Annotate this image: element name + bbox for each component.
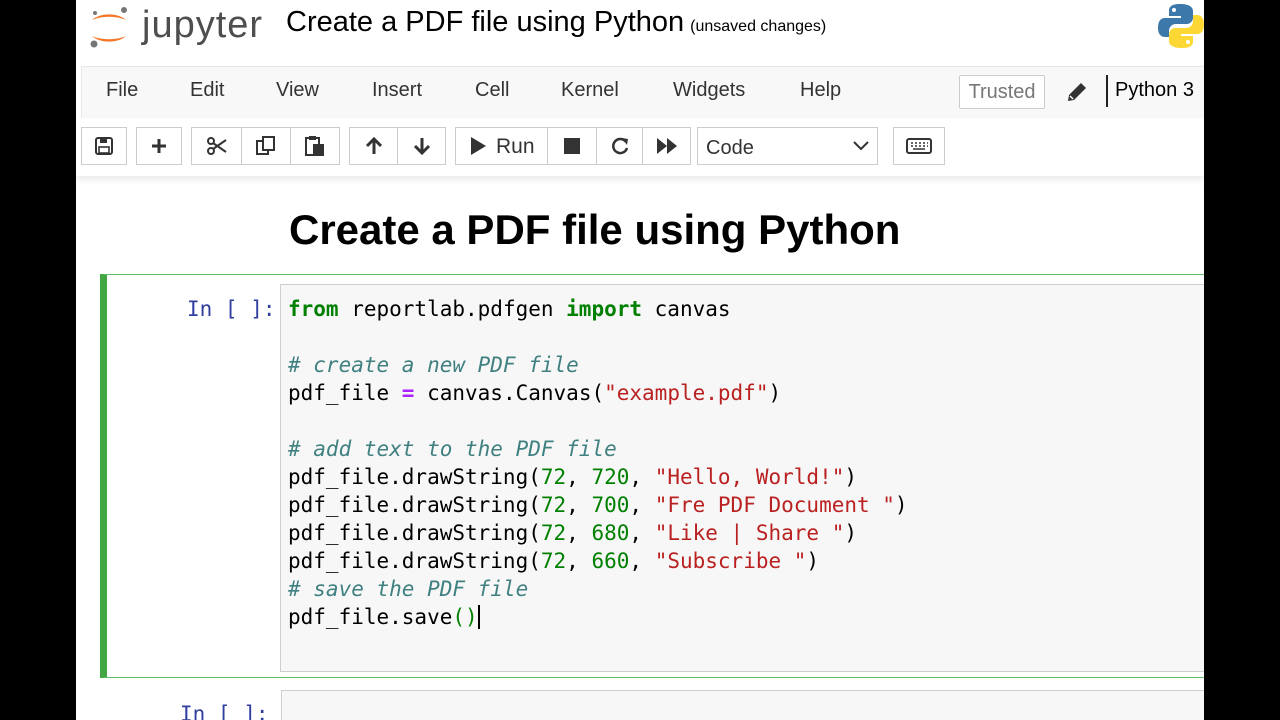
cell-type-value: Code bbox=[706, 137, 754, 159]
notebook-window: jupyter Create a PDF file using Python (u… bbox=[76, 0, 1204, 720]
chevron-down-icon bbox=[853, 141, 869, 151]
kernel-name[interactable]: Python 3 bbox=[1115, 79, 1194, 102]
play-icon bbox=[471, 137, 486, 155]
save-button[interactable] bbox=[81, 127, 127, 165]
run-label: Run bbox=[496, 135, 535, 158]
code-editor[interactable]: from reportlab.pdfgen import canvas # cr… bbox=[280, 284, 1204, 672]
header: jupyter Create a PDF file using Python (u… bbox=[76, 0, 1204, 64]
trusted-indicator[interactable]: Trusted bbox=[959, 75, 1045, 109]
scissors-icon bbox=[206, 137, 227, 155]
menu-edit[interactable]: Edit bbox=[190, 79, 224, 102]
markdown-heading: Create a PDF file using Python bbox=[289, 206, 901, 253]
menu-widgets[interactable]: Widgets bbox=[673, 79, 745, 102]
python-logo-icon bbox=[1158, 4, 1204, 48]
save-status: (unsaved changes) bbox=[690, 18, 827, 35]
jupyter-logo[interactable]: jupyter bbox=[86, 4, 266, 52]
save-icon bbox=[95, 137, 113, 155]
restart-button[interactable] bbox=[596, 127, 643, 165]
code-editor-empty[interactable] bbox=[281, 690, 1204, 720]
run-button[interactable]: Run bbox=[455, 127, 548, 165]
cell-type-select[interactable]: Code bbox=[697, 127, 878, 165]
menu-kernel[interactable]: Kernel bbox=[561, 79, 619, 102]
interrupt-button[interactable] bbox=[547, 127, 597, 165]
pencil-icon[interactable] bbox=[1064, 79, 1090, 105]
jupyter-logo-icon bbox=[90, 7, 127, 48]
menubar: File Edit View Insert Cell Kernel Widget… bbox=[81, 66, 1204, 119]
text-cursor bbox=[477, 605, 480, 629]
cut-button[interactable] bbox=[191, 127, 242, 165]
input-prompt: In [ ]: bbox=[187, 297, 276, 321]
code-cell[interactable]: In [ ]: bbox=[100, 684, 1204, 720]
move-down-button[interactable] bbox=[397, 127, 446, 165]
copy-icon bbox=[256, 136, 275, 155]
notebook-name[interactable]: Create a PDF file using Python (unsaved c… bbox=[286, 6, 826, 39]
fast-forward-icon bbox=[656, 138, 677, 154]
restart-icon bbox=[611, 137, 628, 155]
plus-icon bbox=[152, 139, 166, 153]
menu-cell[interactable]: Cell bbox=[475, 79, 509, 102]
insert-cell-button[interactable] bbox=[136, 127, 182, 165]
arrow-down-icon bbox=[413, 138, 430, 156]
paste-icon bbox=[305, 136, 324, 156]
copy-button[interactable] bbox=[241, 127, 291, 165]
move-up-button[interactable] bbox=[349, 127, 398, 165]
menu-file[interactable]: File bbox=[106, 79, 138, 102]
menu-view[interactable]: View bbox=[276, 79, 319, 102]
keyboard-icon bbox=[906, 138, 932, 154]
code-content[interactable]: from reportlab.pdfgen import canvas # cr… bbox=[288, 295, 908, 631]
menu-insert[interactable]: Insert bbox=[372, 79, 422, 102]
stop-icon bbox=[564, 138, 580, 154]
logo-text: jupyter bbox=[142, 4, 264, 46]
code-cell-selected[interactable]: In [ ]: from reportlab.pdfgen import can… bbox=[100, 274, 1204, 678]
paste-button[interactable] bbox=[290, 127, 340, 165]
kernel-divider bbox=[1106, 75, 1108, 107]
restart-run-all-button[interactable] bbox=[642, 127, 691, 165]
arrow-up-icon bbox=[365, 136, 382, 154]
toolbar: Run Code bbox=[76, 118, 1204, 176]
input-prompt: In [ ]: bbox=[180, 702, 269, 720]
notebook-title[interactable]: Create a PDF file using Python bbox=[286, 6, 684, 38]
menu-help[interactable]: Help bbox=[800, 79, 841, 102]
command-palette-button[interactable] bbox=[893, 127, 945, 165]
